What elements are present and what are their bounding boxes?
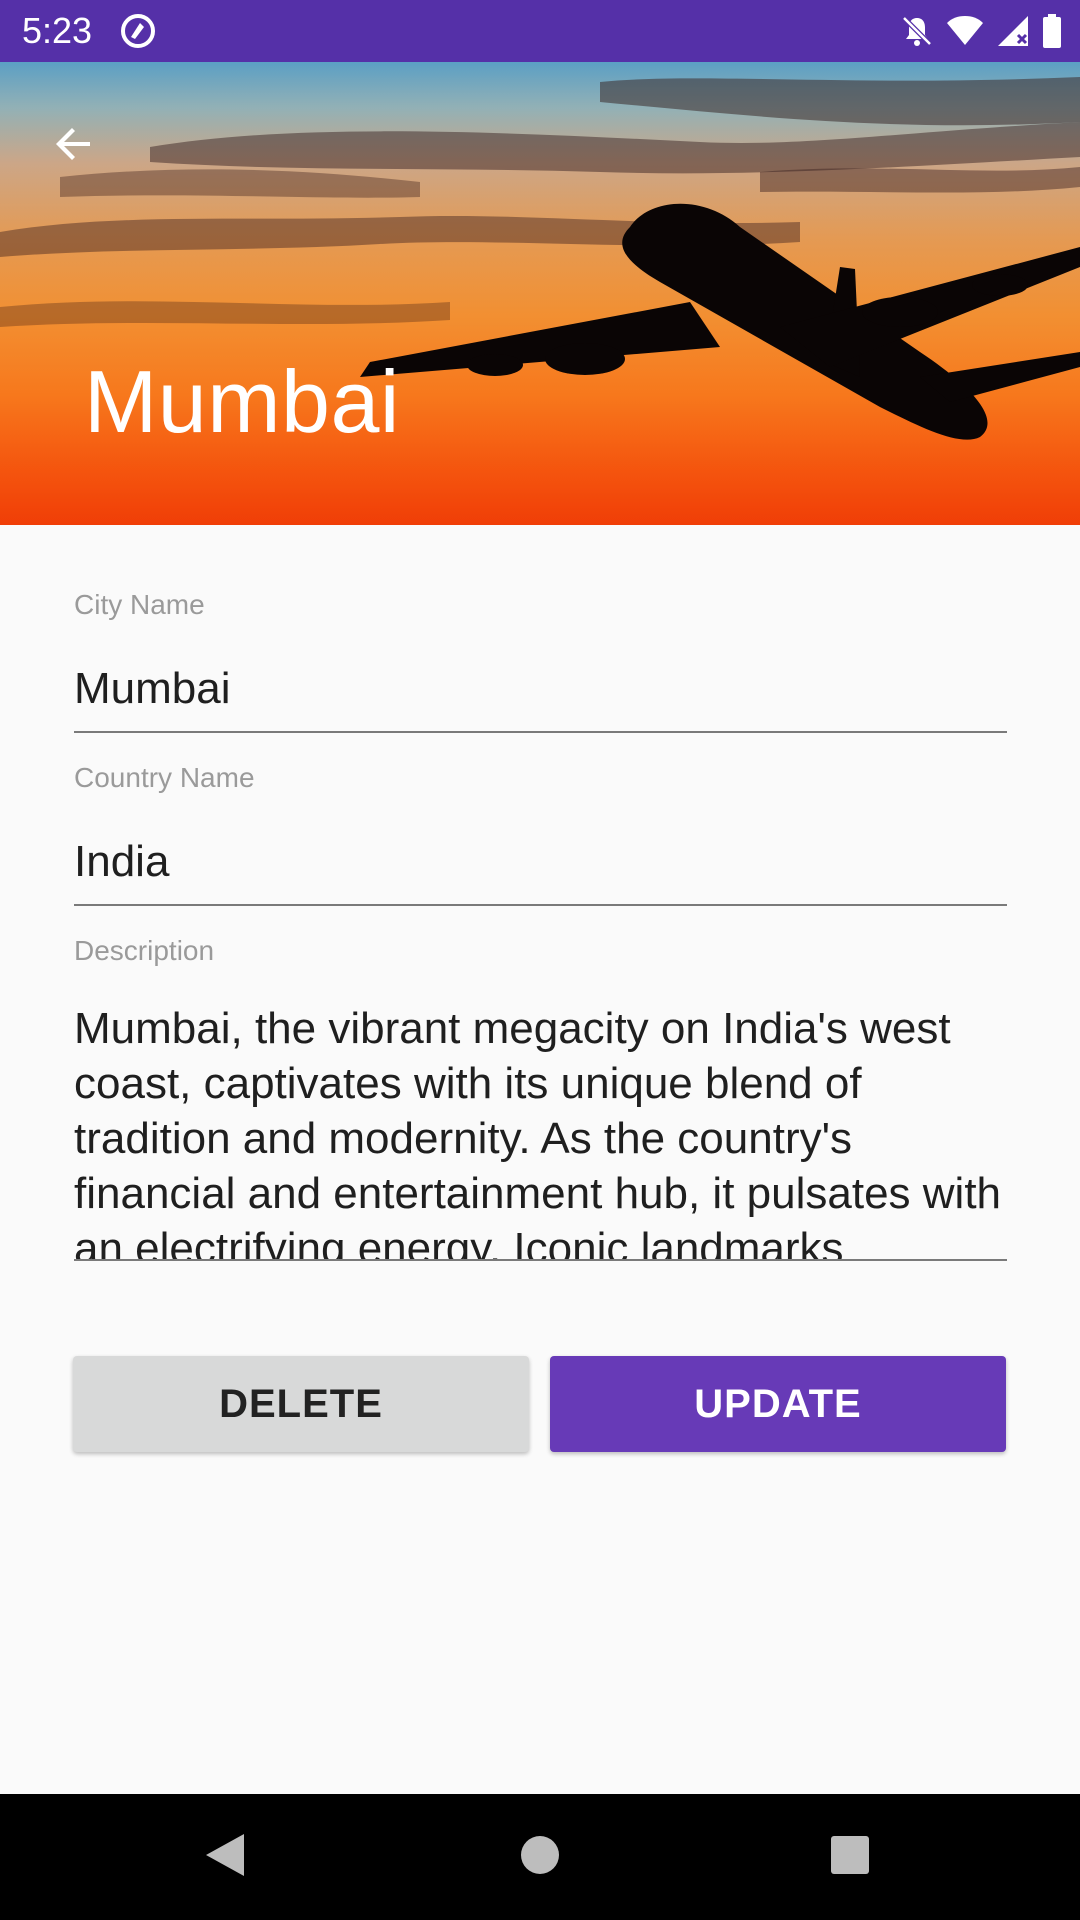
airplane-silhouette-image xyxy=(360,203,1080,440)
battery-icon xyxy=(1042,14,1062,48)
city-name-label: City Name xyxy=(74,589,205,620)
back-button[interactable] xyxy=(30,102,118,190)
arrow-back-icon xyxy=(50,120,98,173)
screen: 5:23 Mumbai City Name Mumbai Country Nam… xyxy=(0,0,1080,1920)
nav-back-button[interactable] xyxy=(195,1827,255,1887)
country-name-field: Country Name xyxy=(74,762,1007,906)
signal-icon xyxy=(996,15,1030,47)
delete-button[interactable]: DELETE xyxy=(73,1356,529,1452)
action-buttons: DELETE UPDATE xyxy=(73,1356,1007,1452)
nav-recents-button[interactable] xyxy=(820,1827,880,1887)
country-name-label: Country Name xyxy=(74,762,255,793)
page-title: Mumbai xyxy=(84,352,400,451)
nav-home-icon xyxy=(520,1835,560,1880)
description-field: Description Mumbai, the vibrant megacity… xyxy=(74,935,1007,1261)
header-image: Mumbai xyxy=(0,62,1080,525)
description-input[interactable]: Mumbai, the vibrant megacity on India's … xyxy=(74,979,1007,1261)
wifi-icon xyxy=(946,15,984,47)
status-time: 5:23 xyxy=(22,10,93,51)
description-label: Description xyxy=(74,935,215,966)
silent-icon xyxy=(900,14,934,48)
update-button[interactable]: UPDATE xyxy=(550,1356,1006,1452)
nav-recents-icon xyxy=(830,1835,870,1880)
status-bar: 5:23 xyxy=(0,0,1080,62)
city-name-input[interactable] xyxy=(74,643,1007,733)
nav-home-button[interactable] xyxy=(510,1827,570,1887)
country-name-input[interactable] xyxy=(74,816,1007,906)
navigation-bar xyxy=(0,1794,1080,1920)
city-name-field: City Name xyxy=(74,589,1007,733)
status-icons xyxy=(900,12,1062,50)
nav-back-icon xyxy=(204,1832,246,1883)
app-notification-icon xyxy=(120,13,156,49)
